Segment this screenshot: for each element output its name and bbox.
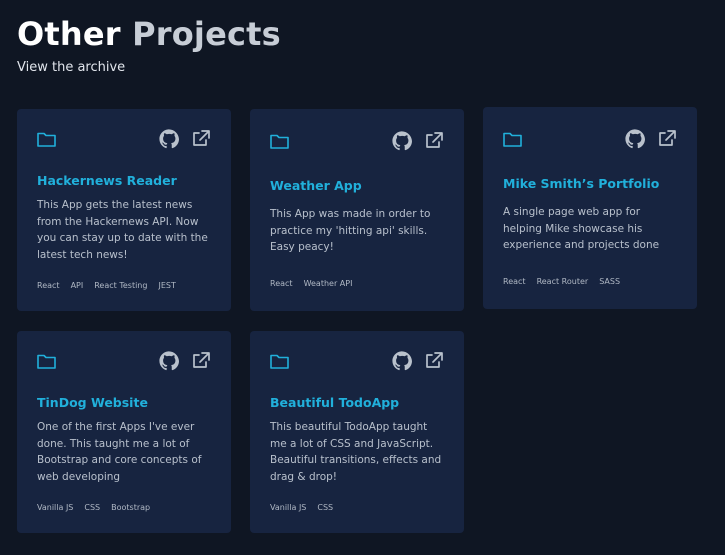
card-links (392, 131, 444, 151)
tech-tag: API (70, 281, 84, 290)
tech-tag: Bootstrap (111, 503, 151, 512)
project-description: A single page web app for helping Mike s… (503, 206, 660, 251)
card-links (159, 351, 211, 371)
external-link-icon[interactable] (191, 351, 211, 371)
tech-tag: React (37, 281, 60, 290)
project-description: This App gets the latest news from the H… (37, 199, 208, 261)
folder-icon (37, 354, 56, 373)
project-card-mike-smith-portfolio: Mike Smith’s Portfolio A single page web… (483, 107, 697, 309)
tech-tag: React Router (536, 277, 589, 286)
card-links (392, 351, 444, 371)
view-archive-link[interactable]: View the archive (17, 60, 281, 75)
tech-tag: SASS (599, 277, 621, 286)
folder-icon (270, 134, 289, 153)
project-card-beautiful-todoapp: Beautiful TodoApp This beautiful TodoApp… (250, 331, 464, 533)
github-icon[interactable] (392, 351, 412, 371)
tech-tag: CSS (317, 503, 334, 512)
tech-tag: Vanilla JS (37, 503, 74, 512)
tech-tag-list: React React Router SASS (503, 277, 687, 286)
section-header: Other Projects View the archive (17, 14, 281, 75)
folder-icon (503, 132, 522, 151)
page-title: Other Projects (17, 14, 281, 54)
github-icon[interactable] (159, 129, 179, 149)
card-top-bar (37, 351, 211, 373)
tech-tag: Weather API (303, 279, 353, 288)
project-card-weather-app: Weather App This App was made in order t… (250, 109, 464, 311)
external-link-icon[interactable] (424, 131, 444, 151)
tech-tag-list: Vanilla JS CSS (270, 503, 454, 512)
tech-tag: React Testing (94, 281, 148, 290)
tech-tag: Vanilla JS (270, 503, 307, 512)
tech-tag: React (270, 279, 293, 288)
card-top-bar (37, 129, 211, 151)
card-top-bar (270, 131, 444, 153)
external-link-icon[interactable] (657, 129, 677, 149)
external-link-icon[interactable] (424, 351, 444, 371)
project-title[interactable]: Beautiful TodoApp (270, 395, 452, 410)
project-description: One of the first Apps I've ever done. Th… (37, 421, 202, 483)
project-description: This App was made in order to practice m… (270, 208, 431, 253)
tech-tag-list: React Weather API (270, 279, 454, 288)
project-title[interactable]: TinDog Website (37, 395, 219, 410)
card-links (625, 129, 677, 149)
tech-tag: JEST (158, 281, 176, 290)
github-icon[interactable] (392, 131, 412, 151)
folder-icon (270, 354, 289, 373)
folder-icon (37, 132, 56, 151)
tech-tag: React (503, 277, 526, 286)
card-top-bar (270, 351, 444, 373)
tech-tag-list: Vanilla JS CSS Bootstrap (37, 503, 221, 512)
project-description: This beautiful TodoApp taught me a lot o… (270, 421, 442, 483)
external-link-icon[interactable] (191, 129, 211, 149)
github-icon[interactable] (625, 129, 645, 149)
title-word-projects: Projects (132, 15, 281, 53)
project-title[interactable]: Mike Smith’s Portfolio (503, 176, 685, 191)
project-title[interactable]: Hackernews Reader (37, 173, 219, 188)
project-card-tindog-website: TinDog Website One of the first Apps I'v… (17, 331, 231, 533)
card-top-bar (503, 129, 677, 151)
tech-tag: CSS (84, 503, 101, 512)
project-card-hackernews-reader: Hackernews Reader This App gets the late… (17, 109, 231, 311)
project-title[interactable]: Weather App (270, 178, 452, 193)
title-word-other: Other (17, 15, 121, 53)
tech-tag-list: React API React Testing JEST (37, 281, 221, 290)
card-links (159, 129, 211, 149)
github-icon[interactable] (159, 351, 179, 371)
